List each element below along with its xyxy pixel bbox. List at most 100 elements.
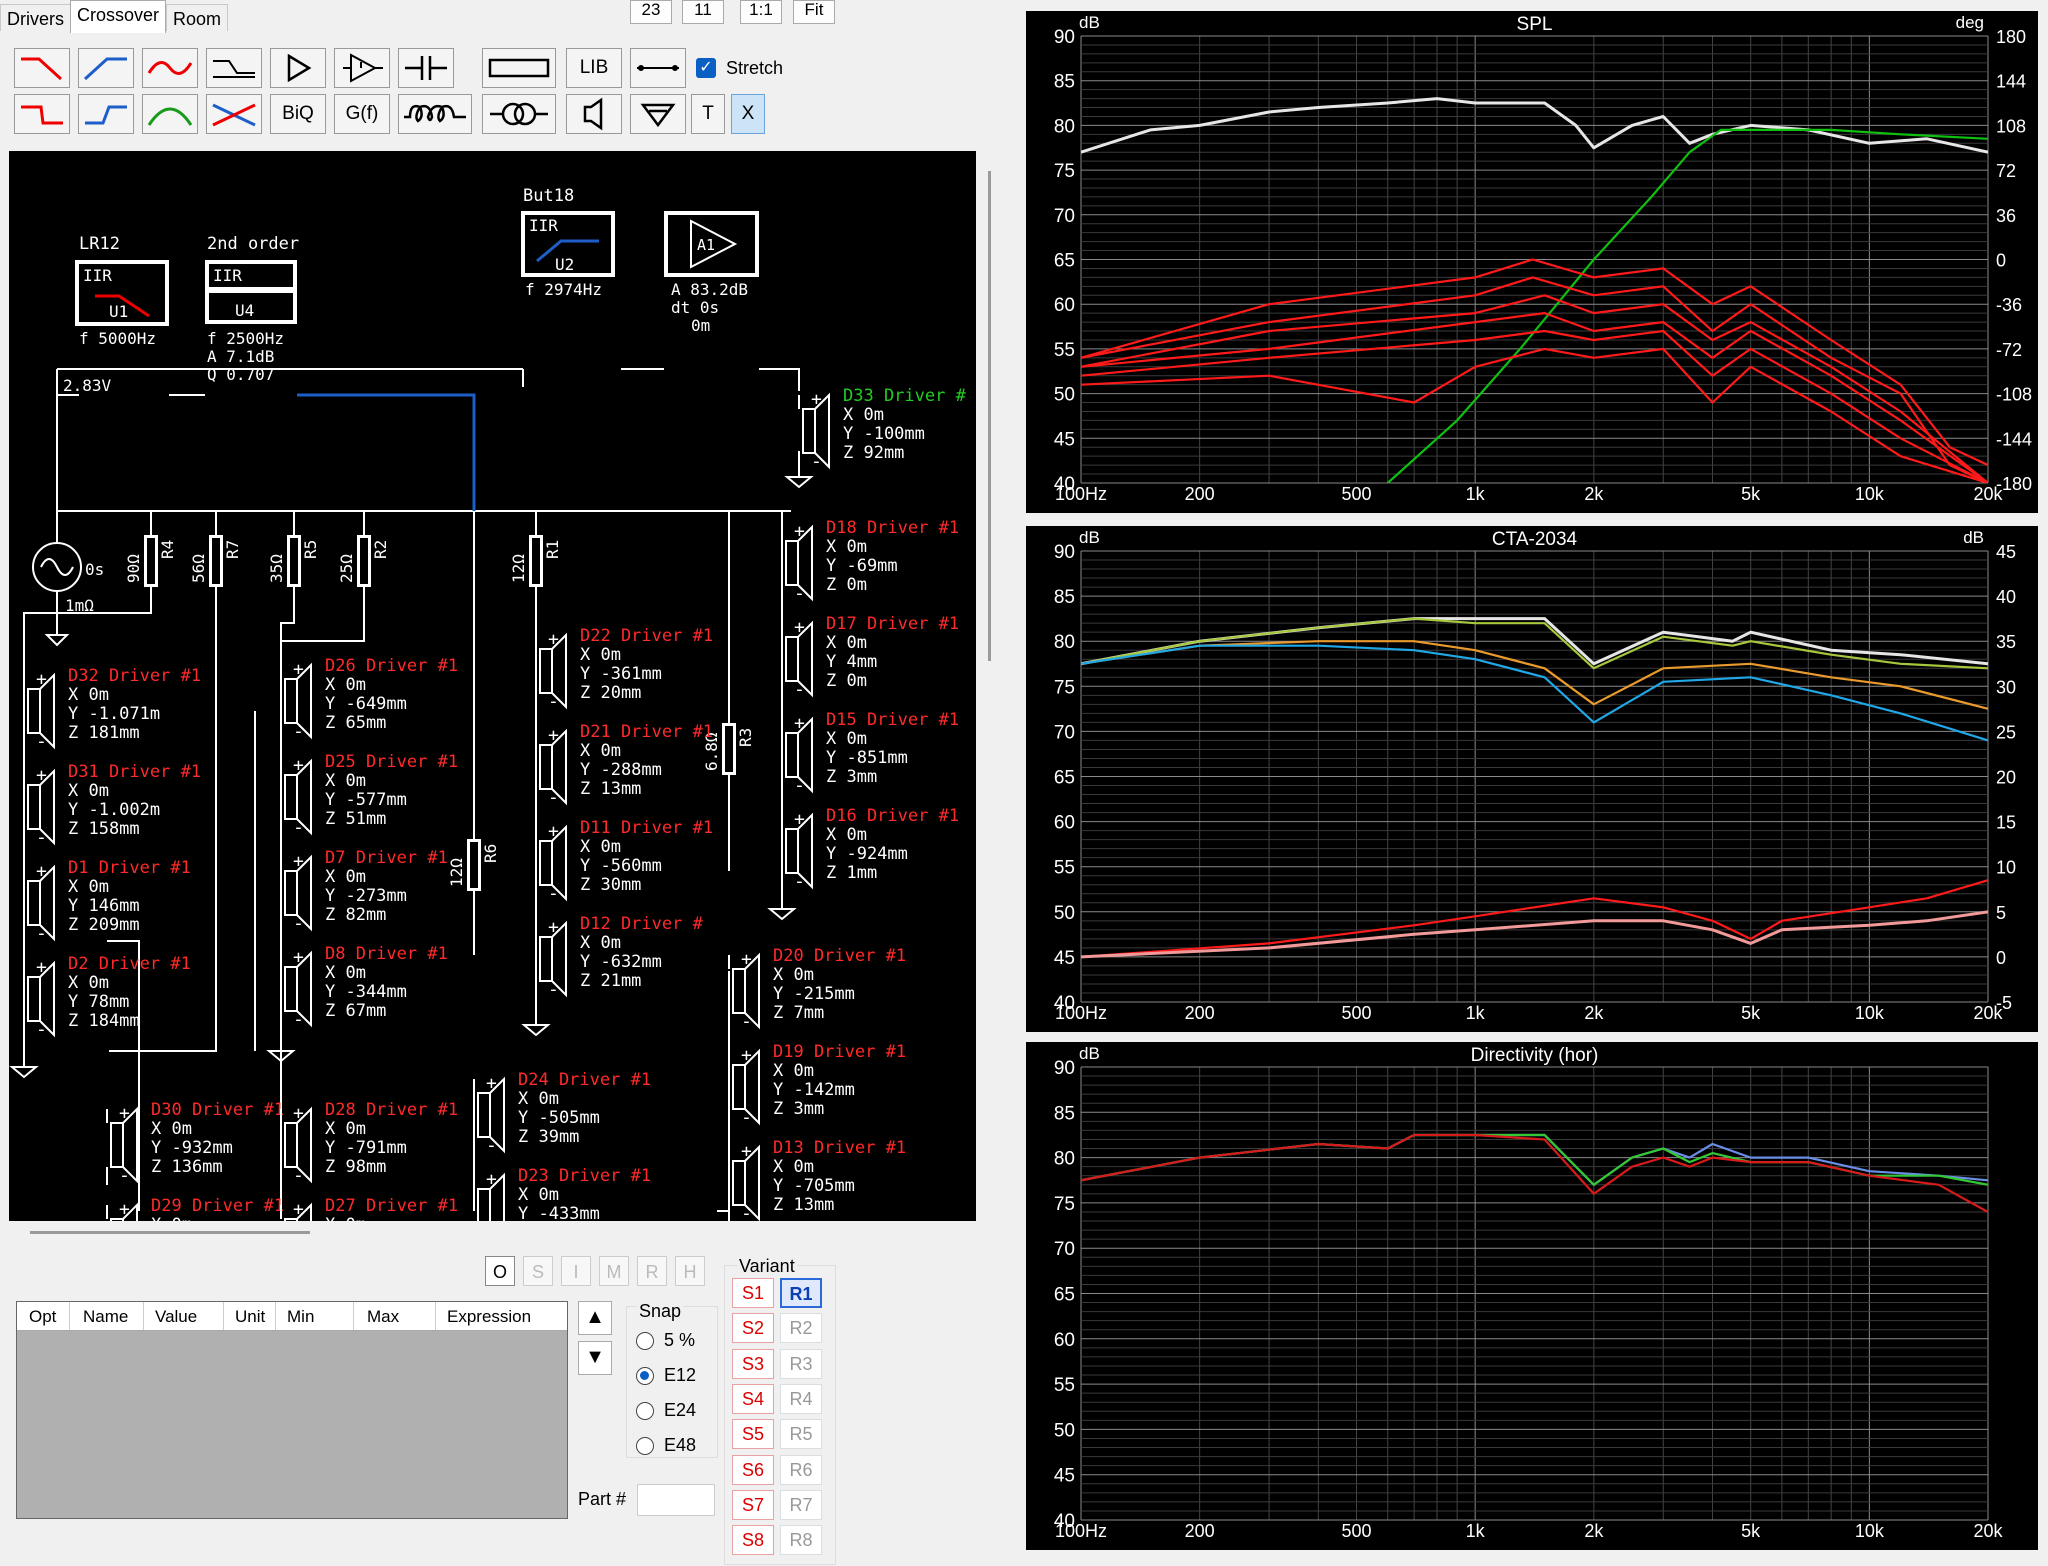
driver-5[interactable]: + - D16 Driver #1X 0mY -924mmZ 1mm <box>781 806 959 892</box>
zoom-1-1-button[interactable]: 1:1 <box>740 0 782 24</box>
bandpass-button[interactable] <box>142 94 198 134</box>
variant-r6-button[interactable]: R6 <box>780 1454 822 1485</box>
driver-11[interactable]: + - D31 Driver #1X 0mY -1.002mZ 158mm <box>23 762 201 848</box>
driver-17[interactable]: + - D8 Driver #1X 0mY -344mmZ 67mm <box>280 944 448 1030</box>
horizontal-scrollbar[interactable] <box>30 1231 310 1234</box>
capacitor-button[interactable] <box>398 48 454 88</box>
vertical-scrollbar[interactable] <box>988 171 991 661</box>
biquad-button[interactable]: BiQ <box>270 94 326 134</box>
driver-16[interactable]: + - D7 Driver #1X 0mY -273mmZ 82mm <box>280 848 448 934</box>
variant-s7-button[interactable]: S7 <box>732 1489 774 1520</box>
amp-block[interactable]: A1 A 83.2dB dt 0s 0m <box>664 211 759 335</box>
col-min[interactable]: Min <box>287 1307 314 1327</box>
speaker-button[interactable] <box>566 94 622 134</box>
filter-m-button[interactable]: M <box>599 1256 629 1286</box>
driver-26[interactable]: + - D30 Driver #1X 0mY -932mmZ 136mm <box>106 1100 284 1186</box>
transformer-button[interactable] <box>482 94 556 134</box>
col-unit[interactable]: Unit <box>235 1307 265 1327</box>
zoom-23-button[interactable]: 23 <box>630 0 672 24</box>
move-down-button[interactable]: ▼ <box>578 1341 612 1375</box>
variant-r4-button[interactable]: R4 <box>780 1383 822 1414</box>
cta-2034-graph[interactable]: CTA-2034 dB dB 90 85 80 75 70 65 60 55 50 45 40 45 40 35… <box>1026 526 2038 1032</box>
gf-button[interactable]: G(f) <box>334 94 390 134</box>
driver-8[interactable]: + - D11 Driver #1X 0mY -560mmZ 30mm <box>535 818 713 904</box>
filter-h-button[interactable]: H <box>675 1256 705 1286</box>
variant-s3-button[interactable]: S3 <box>732 1348 774 1379</box>
allpass-red-button[interactable] <box>142 48 198 88</box>
snap-option-radio[interactable] <box>636 1332 654 1350</box>
variant-s4-button[interactable]: S4 <box>732 1383 774 1414</box>
driver-29[interactable]: +-D27 Driver #1X 0mY -720mmZ 81mm <box>280 1196 458 1221</box>
resistor-r6[interactable]: R6 12Ω <box>447 839 500 891</box>
shelf-button[interactable] <box>206 48 262 88</box>
variant-r8-button[interactable]: R8 <box>780 1525 822 1556</box>
driver-10[interactable]: + - D32 Driver #1X 0mY -1.071mZ 181mm <box>23 666 201 752</box>
lr12-block[interactable]: LR12 IIR U1 f 5000Hz <box>75 234 169 348</box>
driver-18[interactable]: + - D20 Driver #1X 0mY -215mmZ 7mm <box>728 946 906 1032</box>
lowpass-red-button[interactable] <box>14 48 70 88</box>
highpass-blue2-button[interactable] <box>78 94 134 134</box>
resistor-r7[interactable]: R7 56Ω <box>189 535 242 587</box>
stretch-checkbox[interactable]: ✓ <box>696 58 716 78</box>
driver-12[interactable]: + - D1 Driver #1X 0mY 146mmZ 209mm <box>23 858 191 944</box>
filter-o-button[interactable]: O <box>485 1256 515 1286</box>
notch-button[interactable] <box>206 94 262 134</box>
snap-option-radio[interactable] <box>636 1437 654 1455</box>
driver-6[interactable]: + - D22 Driver #1X 0mY -361mmZ 20mm <box>535 626 713 712</box>
second-order-block[interactable]: 2nd order IIR U4 f 2500Hz A 7.1dB Q 0.70… <box>205 234 299 384</box>
driver-15[interactable]: + - D25 Driver #1X 0mY -577mmZ 51mm <box>280 752 458 838</box>
driver-14[interactable]: + - D26 Driver #1X 0mY -649mmZ 65mm <box>280 656 458 742</box>
schematic-canvas[interactable]: LR12 IIR U1 f 5000Hz 2nd order IIR U4 f … <box>9 151 976 1221</box>
col-max[interactable]: Max <box>367 1307 399 1327</box>
ground-button[interactable] <box>630 94 686 134</box>
driver-13[interactable]: + - D2 Driver #1X 0mY 78mmZ 184mm <box>23 954 191 1040</box>
spl-graph[interactable]: SPL dB deg 90 85 80 75 70 65 60 55 50 45 40 180 144 108 7… <box>1026 11 2038 513</box>
variant-s8-button[interactable]: S8 <box>732 1525 774 1556</box>
lowpass-red2-button[interactable] <box>14 94 70 134</box>
parameter-table[interactable]: Opt Name Value Unit Min Max Expression <box>16 1301 568 1519</box>
driver-1[interactable]: + - D33 Driver #X 0mY -100mmZ 92mm <box>798 386 967 472</box>
variant-r7-button[interactable]: R7 <box>780 1489 822 1520</box>
driver-3[interactable]: + - D17 Driver #1X 0mY 4mmZ 0m <box>781 614 959 700</box>
driver-28[interactable]: +-D29 Driver #1X 0mY -862mmZ 116mm <box>106 1196 284 1221</box>
zoom-11-button[interactable]: 11 <box>682 0 724 24</box>
col-opt[interactable]: Opt <box>29 1307 56 1327</box>
tab-room[interactable]: Room <box>166 4 229 31</box>
resistor-r4[interactable]: R4 90Ω <box>124 535 177 587</box>
driver-2[interactable]: + - D18 Driver #1X 0mY -69mmZ 0m <box>781 518 959 604</box>
driver-9[interactable]: + - D12 Driver #X 0mY -632mmZ 21mm <box>535 914 704 1000</box>
snap-option-radio[interactable] <box>636 1402 654 1420</box>
tab-drivers[interactable]: Drivers <box>0 4 71 31</box>
driver-22[interactable]: + - D24 Driver #1X 0mY -505mmZ 39mm <box>473 1070 651 1156</box>
variant-r1-button[interactable]: R1 <box>780 1278 822 1308</box>
x-button[interactable]: X <box>731 94 765 134</box>
filter-s-button[interactable]: S <box>523 1256 553 1286</box>
library-button[interactable]: LIB <box>566 48 622 88</box>
resistor-r2[interactable]: R2 25Ω <box>337 535 390 587</box>
amplifier-button[interactable] <box>270 48 326 88</box>
tab-crossover[interactable]: Crossover <box>70 0 167 33</box>
fit-button[interactable]: Fit <box>793 0 835 24</box>
driver-20[interactable]: + - D13 Driver #1X 0mY -705mmZ 13mm <box>728 1138 906 1221</box>
col-value[interactable]: Value <box>155 1307 197 1327</box>
highpass-blue-button[interactable] <box>78 48 134 88</box>
snap-option-radio[interactable] <box>636 1367 654 1385</box>
filter-r-button[interactable]: R <box>637 1256 667 1286</box>
variant-s6-button[interactable]: S6 <box>732 1454 774 1485</box>
move-up-button[interactable]: ▲ <box>578 1301 612 1335</box>
but18-block[interactable]: But18 IIR U2 f 2974Hz <box>521 186 615 299</box>
driver-4[interactable]: + - D15 Driver #1X 0mY -851mmZ 3mm <box>781 710 959 796</box>
variant-s5-button[interactable]: S5 <box>732 1419 774 1450</box>
driver-7[interactable]: + - D21 Driver #1X 0mY -288mmZ 13mm <box>535 722 713 808</box>
resistor-button[interactable] <box>482 48 556 88</box>
variant-r2-button[interactable]: R2 <box>780 1313 822 1344</box>
col-name[interactable]: Name <box>83 1307 128 1327</box>
variant-s2-button[interactable]: S2 <box>732 1313 774 1344</box>
wire-button[interactable] <box>630 48 686 88</box>
col-expression[interactable]: Expression <box>447 1307 531 1327</box>
filter-i-button[interactable]: I <box>561 1256 591 1286</box>
variant-s1-button[interactable]: S1 <box>732 1278 774 1308</box>
opamp-button[interactable] <box>334 48 390 88</box>
inductor-button[interactable] <box>398 94 472 134</box>
variant-r5-button[interactable]: R5 <box>780 1419 822 1450</box>
